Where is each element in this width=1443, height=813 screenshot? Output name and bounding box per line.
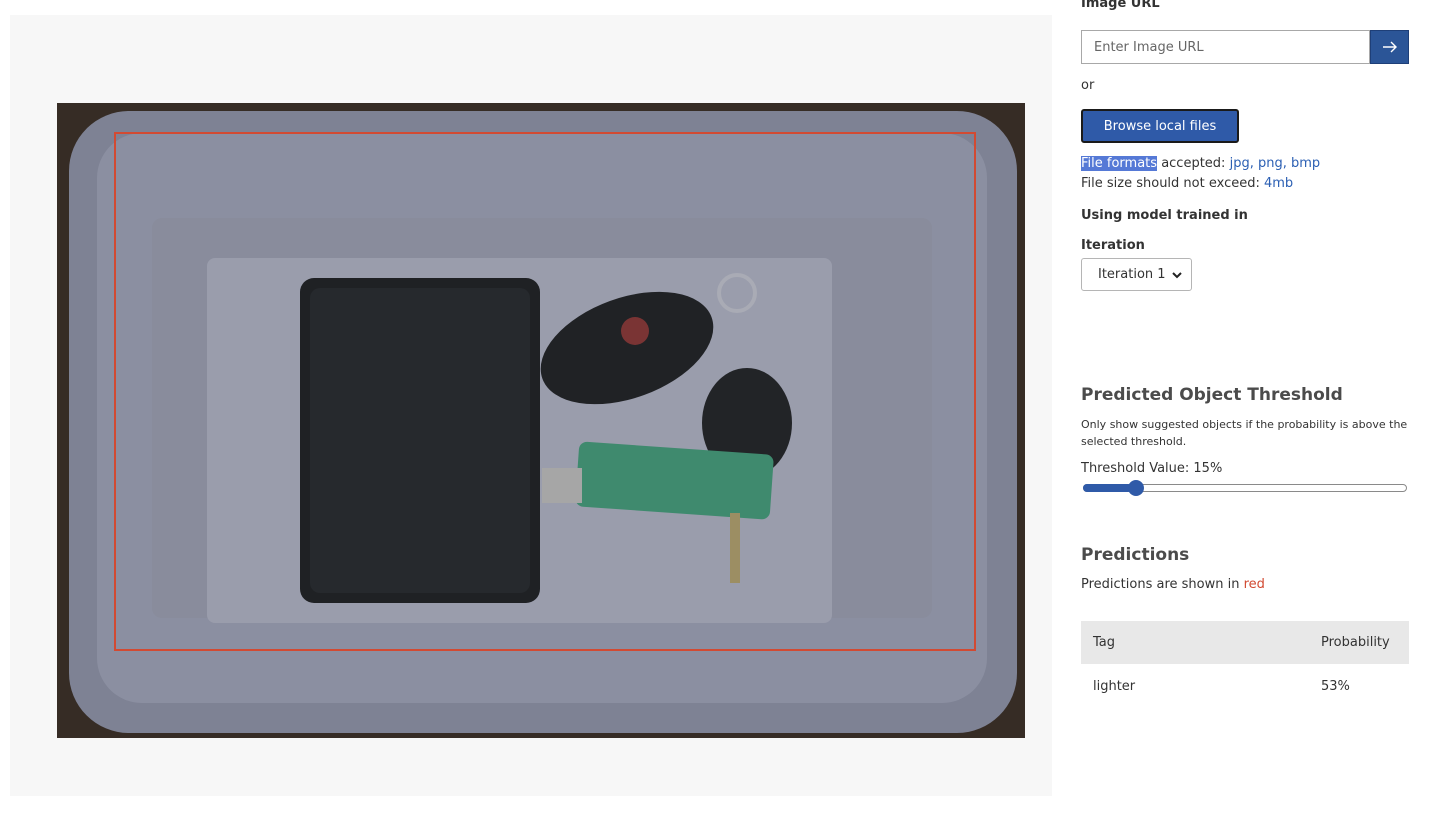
file-formats-line: File formats accepted: jpg, png, bmp <box>1081 156 1320 171</box>
browse-local-files-button[interactable]: Browse local files <box>1081 109 1239 143</box>
file-formats-highlight: File formats <box>1081 156 1158 171</box>
iteration-select[interactable]: Iteration 1 <box>1081 258 1192 291</box>
slider-fill <box>1083 484 1132 492</box>
file-size-line: File size should not exceed: 4mb <box>1081 176 1293 191</box>
image-url-row <box>1081 30 1409 64</box>
slider-thumb[interactable] <box>1127 480 1144 496</box>
threshold-value-text: Threshold Value: 15% <box>1081 461 1223 476</box>
chevron-down-icon <box>1172 272 1182 279</box>
file-size-value: 4mb <box>1264 176 1294 191</box>
predictions-note-color: red <box>1243 577 1265 592</box>
iteration-label: Iteration <box>1081 238 1145 253</box>
image-url-input[interactable] <box>1081 30 1370 64</box>
image-preview-area <box>10 15 1052 796</box>
model-label: Using model trained in <box>1081 208 1248 223</box>
threshold-slider[interactable] <box>1081 480 1409 496</box>
threshold-title: Predicted Object Threshold <box>1081 385 1343 405</box>
arrow-right-icon <box>1382 41 1397 53</box>
sidebar-panel: Image URL or Browse local files File for… <box>1081 0 1409 813</box>
row-probability: 53% <box>1321 678 1350 694</box>
predictions-note: Predictions are shown in red <box>1081 577 1265 592</box>
image-url-label: Image URL <box>1081 0 1160 11</box>
uploaded-image <box>57 103 1025 738</box>
file-size-text: File size should not exceed: <box>1081 176 1260 191</box>
column-header-tag: Tag <box>1093 635 1116 650</box>
threshold-description: Only show suggested objects if the proba… <box>1081 418 1408 448</box>
file-formats-accepted: accepted: <box>1161 156 1226 171</box>
file-formats-list: jpg, png, bmp <box>1229 156 1321 171</box>
predictions-title: Predictions <box>1081 545 1190 565</box>
iteration-selected-value: Iteration 1 <box>1098 267 1166 282</box>
or-separator: or <box>1081 78 1095 93</box>
table-row: lighter 53% <box>1081 664 1409 708</box>
column-header-probability: Probability <box>1321 635 1390 650</box>
submit-url-button[interactable] <box>1370 30 1409 64</box>
table-header: Tag Probability <box>1081 621 1409 664</box>
predictions-table: Tag Probability lighter 53% <box>1081 621 1409 708</box>
row-tag: lighter <box>1093 678 1136 694</box>
prediction-box-lighter <box>114 132 976 651</box>
predictions-note-text: Predictions are shown in <box>1081 577 1240 592</box>
